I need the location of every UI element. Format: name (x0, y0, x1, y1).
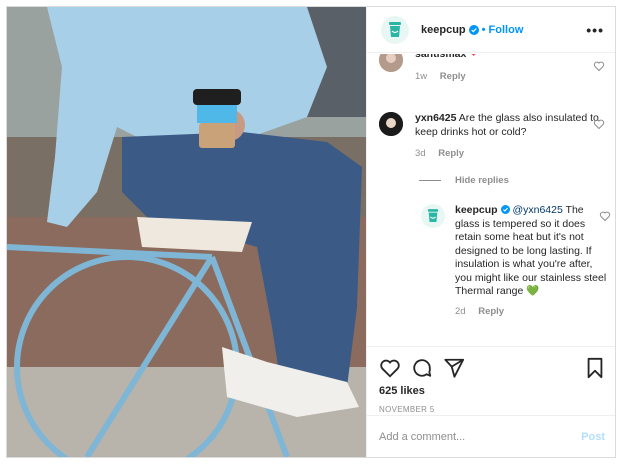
comment-input[interactable] (379, 430, 582, 443)
post-username[interactable]: keepcup (421, 24, 466, 36)
likes-count[interactable]: 625 likes (379, 385, 605, 397)
santismax-avatar[interactable] (379, 54, 403, 72)
add-comment-bar: Post (367, 415, 615, 457)
comment-heart-icon[interactable] (593, 118, 605, 130)
comment-heart-icon[interactable] (599, 210, 611, 222)
verified-icon (500, 205, 510, 214)
post-date[interactable]: NOVEMBER 5 (379, 405, 605, 414)
reply-button[interactable]: Reply (478, 306, 504, 317)
photo-illustration (7, 7, 366, 457)
keepcup-avatar[interactable] (381, 15, 409, 44)
comment-reply: keepcup @yxn6425 The glass is tempered s… (421, 204, 611, 318)
hide-replies-label: Hide replies (455, 175, 509, 186)
comment-item: santismax ❤ 1w Reply (379, 54, 611, 83)
comment-heart-icon[interactable] (593, 60, 605, 72)
verified-icon (468, 24, 479, 35)
post-photo[interactable] (7, 7, 366, 457)
post-actions: 625 likes NOVEMBER 5 (367, 346, 615, 414)
comments-list[interactable]: santismax ❤ 1w Reply yxn6425 Are the gla… (367, 54, 615, 346)
comment-age: 3d (415, 148, 426, 159)
comment-item: yxn6425 Are the glass also insulated to … (379, 112, 611, 161)
follow-button[interactable]: • Follow (482, 24, 524, 36)
bookmark-icon[interactable] (585, 357, 605, 379)
share-icon[interactable] (443, 357, 465, 379)
green-heart-emoji: 💚 (526, 285, 540, 297)
user-photo-icon (379, 112, 403, 136)
keepcup-reply-avatar[interactable] (421, 204, 445, 228)
comment-mention[interactable]: @yxn6425 (512, 204, 562, 216)
more-options-icon[interactable]: ••• (586, 22, 604, 38)
post-panel: keepcup • Follow ••• santismax ❤ 1w Repl… (366, 7, 615, 457)
comment-username[interactable]: keepcup (455, 204, 498, 216)
comment-age: 1w (415, 70, 428, 82)
divider (419, 180, 441, 181)
comment-text: ❤ (469, 54, 479, 60)
comment-age: 2d (455, 305, 466, 317)
heart-icon[interactable] (379, 357, 401, 379)
user-photo-icon (379, 54, 403, 72)
reply-button[interactable]: Reply (438, 148, 464, 159)
keepcup-logo-icon (389, 21, 401, 37)
comment-text: The glass is tempered so it does retain … (455, 204, 607, 297)
comment-icon[interactable] (411, 357, 433, 379)
post-header: keepcup • Follow ••• (367, 7, 615, 53)
post-frame: keepcup • Follow ••• santismax ❤ 1w Repl… (6, 6, 616, 458)
comment-username[interactable]: yxn6425 (415, 112, 456, 124)
keepcup-logo-icon (427, 209, 439, 222)
post-button[interactable]: Post (581, 431, 605, 443)
reply-button[interactable]: Reply (440, 71, 466, 82)
hide-replies-button[interactable]: Hide replies (419, 175, 509, 186)
comment-username[interactable]: santismax (415, 54, 466, 60)
yxn6425-avatar[interactable] (379, 112, 403, 136)
